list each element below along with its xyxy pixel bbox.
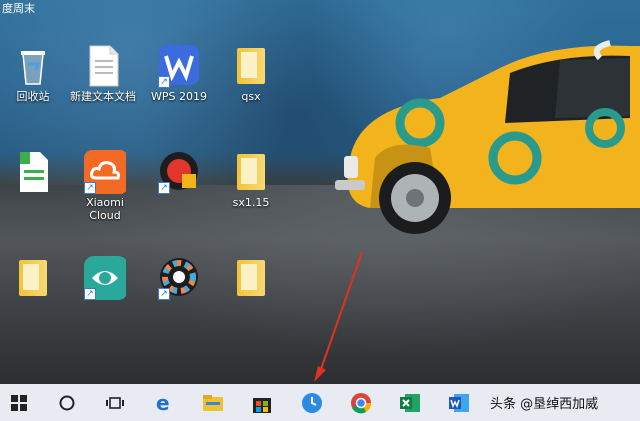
edge-icon[interactable]: e bbox=[151, 390, 177, 416]
watermark-text: 头条 @垦绰西加威 bbox=[490, 397, 599, 412]
file-explorer-icon[interactable] bbox=[200, 390, 226, 416]
windows-start-icon[interactable] bbox=[6, 390, 32, 416]
chrome-icon[interactable] bbox=[348, 390, 374, 416]
search-circle-icon[interactable] bbox=[54, 390, 80, 416]
red-annotation-arrow bbox=[314, 251, 363, 382]
desktop-wallpaper: 度周末 回收站 新建文本文档 ↗ WPS 2019 qsx ↗ Xiaomi C… bbox=[0, 0, 640, 384]
excel-icon[interactable] bbox=[397, 390, 423, 416]
word-icon[interactable] bbox=[446, 390, 472, 416]
svg-text:e: e bbox=[156, 392, 170, 414]
clock-app-icon[interactable] bbox=[299, 390, 325, 416]
task-view-icon[interactable] bbox=[102, 390, 128, 416]
store-icon[interactable] bbox=[249, 390, 275, 416]
